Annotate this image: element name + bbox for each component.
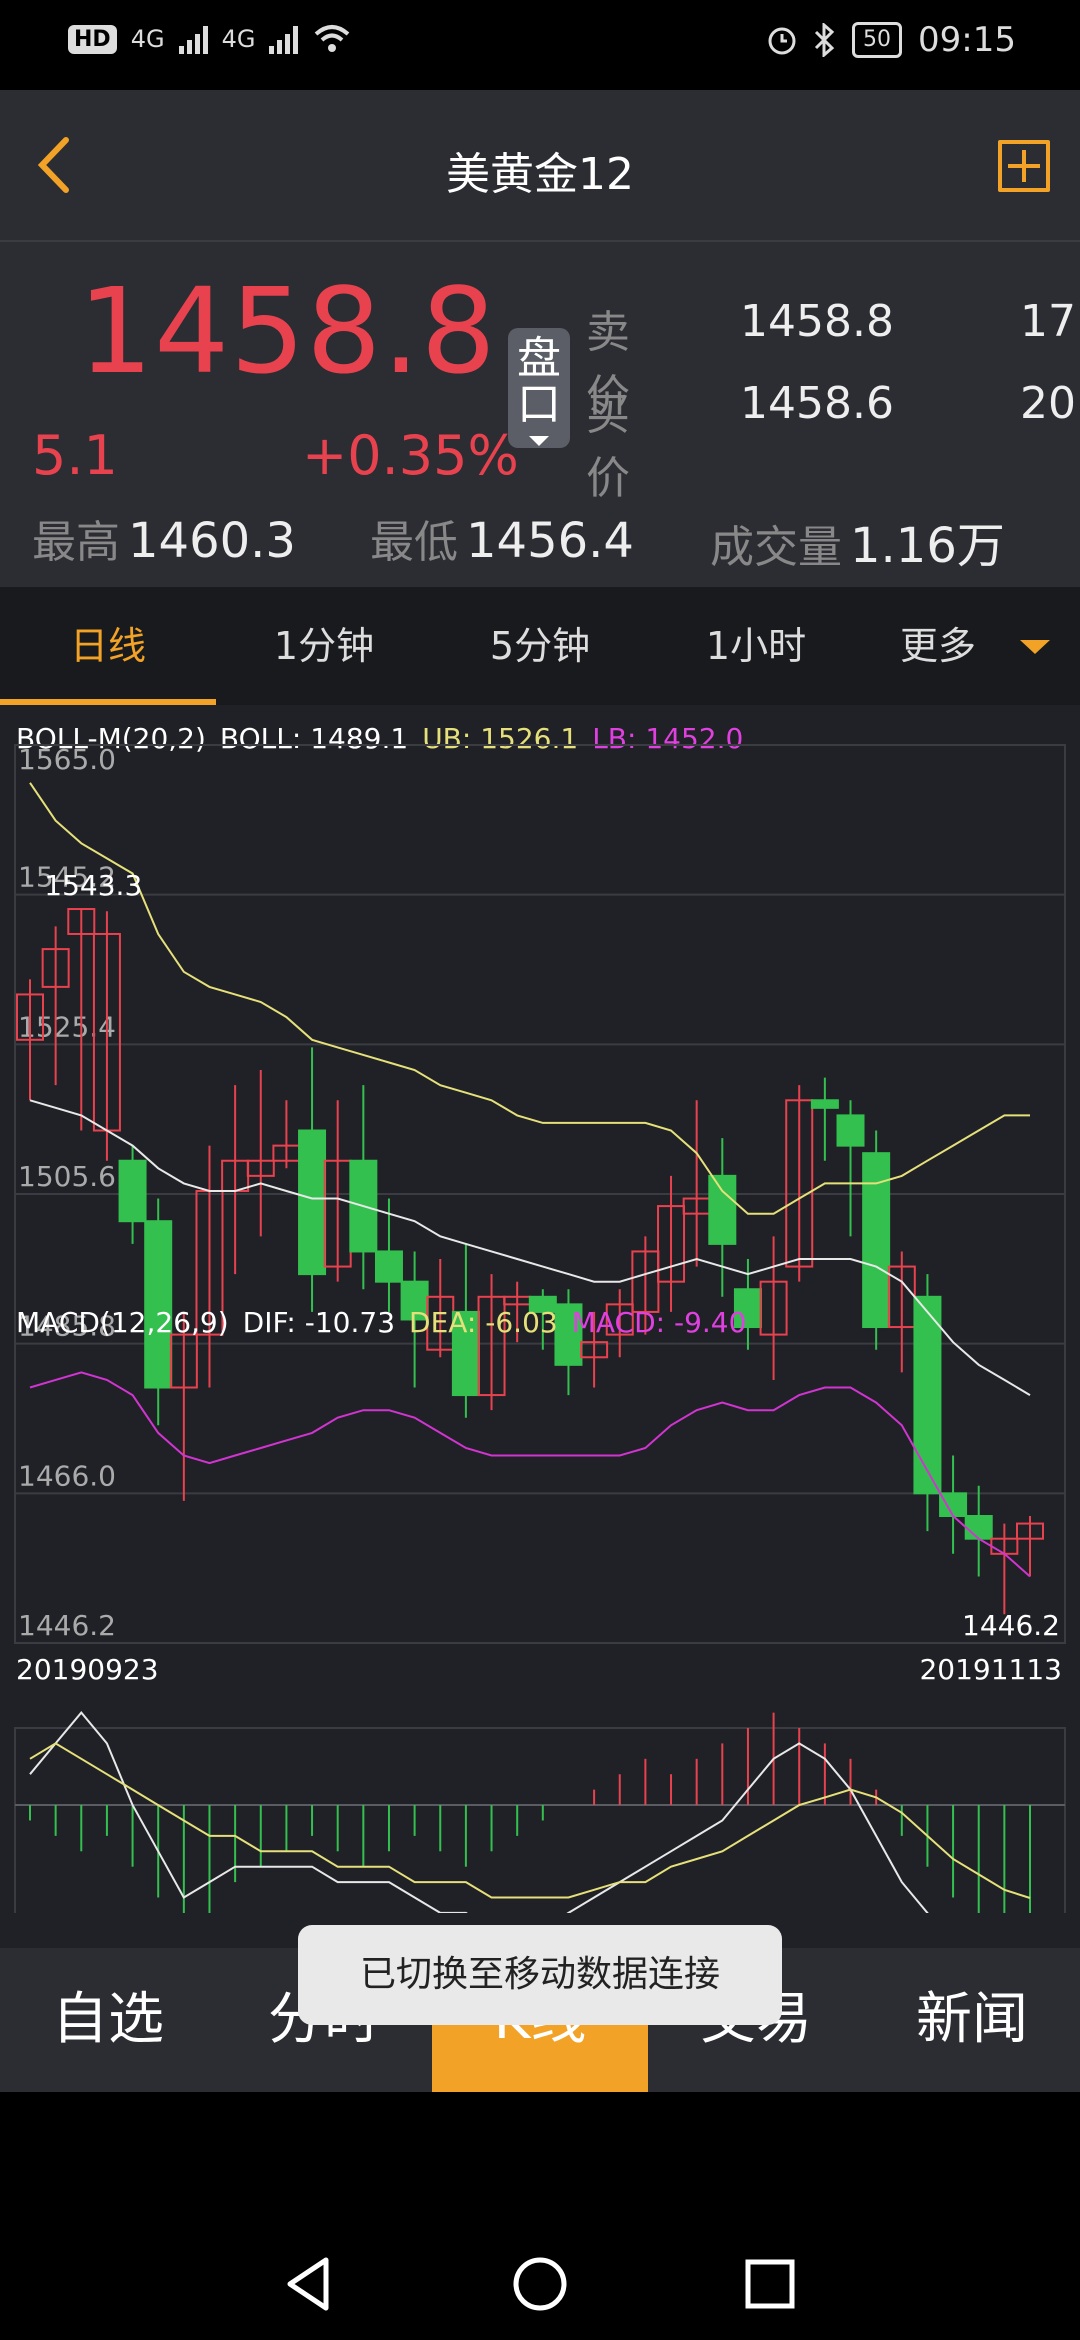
tab-more[interactable]: 更多 xyxy=(864,587,1012,705)
candle-down xyxy=(939,1492,968,1518)
min-price-label: 1446.2 xyxy=(962,1609,1060,1642)
title-bar: 美黄金12 xyxy=(0,90,1080,242)
signal-icon-2 xyxy=(269,24,299,54)
candle-down xyxy=(862,1152,891,1329)
app-screen: 美黄金12 1458.8 5.1 +0.35% 盘口 卖价 1458.8 17 … xyxy=(0,90,1080,2092)
candle-down xyxy=(144,1220,173,1389)
status-bar: HD 4G 4G 50 09:15 xyxy=(0,0,1080,90)
home-nav-icon[interactable] xyxy=(510,2254,570,2314)
macd-plot-frame xyxy=(14,1727,1066,1913)
orderbook-button-label: 盘口 xyxy=(517,333,561,430)
macd-legend-dif: DIF: -10.73 xyxy=(242,1306,396,1339)
high-stat: 最高 1460.3 xyxy=(32,506,296,570)
start-date-label: 20190923 xyxy=(16,1653,159,1686)
bid-price: 1458.6 xyxy=(740,378,894,429)
back-nav-icon[interactable] xyxy=(280,2254,340,2314)
add-watchlist-icon[interactable] xyxy=(998,140,1050,192)
candle-down xyxy=(708,1174,737,1245)
toast-message: 已切换至移动数据连接 xyxy=(298,1925,782,2025)
period-tabs: 日线 1分钟 5分钟 1小时 更多 xyxy=(0,587,1080,705)
ask-price: 1458.8 xyxy=(740,296,894,347)
y-tick-label: 1446.2 xyxy=(18,1609,116,1642)
low-value: 1456.4 xyxy=(466,513,634,569)
tab-1min[interactable]: 1分钟 xyxy=(216,587,432,705)
macd-dif-line xyxy=(29,1711,929,1913)
bid-volume: 20 xyxy=(1020,378,1076,429)
tab-1hour[interactable]: 1小时 xyxy=(648,587,864,705)
end-date-label: 20191113 xyxy=(919,1653,1062,1686)
kline-chart[interactable]: BOLL-M(20,2) BOLL: 1489.1 UB: 1526.1 LB: 14… xyxy=(0,705,1080,1913)
low-stat: 最低 1456.4 xyxy=(370,506,634,570)
nav-watchlist[interactable]: 自选 xyxy=(0,1948,216,2092)
network-label-1: 4G xyxy=(130,25,165,53)
y-tick-label: 1565.0 xyxy=(18,743,116,776)
candle-down xyxy=(964,1515,993,1540)
macd-dea-line xyxy=(29,1742,1031,1899)
more-dropdown-icon[interactable] xyxy=(1020,640,1050,654)
macd-legend-dea: DEA: -6.03 xyxy=(409,1306,558,1339)
clock: 09:15 xyxy=(918,20,1016,60)
alarm-icon xyxy=(768,27,796,55)
tab-daily[interactable]: 日线 xyxy=(0,587,216,705)
recents-nav-icon[interactable] xyxy=(740,2254,800,2314)
volume-stat: 成交量 1.16万 xyxy=(710,506,1005,576)
page-title: 美黄金12 xyxy=(446,149,634,200)
candle-down xyxy=(374,1250,403,1283)
price-change: 5.1 xyxy=(32,424,118,487)
candle-down xyxy=(836,1114,865,1147)
network-label-2: 4G xyxy=(221,25,256,53)
high-label: 最高 xyxy=(32,517,120,568)
battery-icon: 50 xyxy=(852,22,903,58)
hd-badge: HD xyxy=(68,24,117,54)
macd-legend-name: MACD(12,26,9) xyxy=(16,1306,229,1339)
macd-legend-macd: MACD: -9.40 xyxy=(571,1306,747,1339)
low-label: 最低 xyxy=(370,517,458,568)
y-tick-label: 1505.6 xyxy=(18,1160,116,1193)
macd-legend: MACD(12,26,9) DIF: -10.73 DEA: -6.03 MACD: … xyxy=(16,1306,760,1339)
system-nav-bar xyxy=(0,2092,1080,2340)
volume-label: 成交量 xyxy=(710,522,842,573)
high-value: 1460.3 xyxy=(128,513,296,569)
tab-5min[interactable]: 5分钟 xyxy=(432,587,648,705)
boll-lb-line xyxy=(29,1371,1031,1578)
quote-panel: 1458.8 5.1 +0.35% 盘口 卖价 1458.8 17 买价 145… xyxy=(0,242,1080,587)
max-price-label: 1543.3 xyxy=(44,869,142,902)
nav-news[interactable]: 新闻 xyxy=(864,1948,1080,2092)
last-price: 1458.8 xyxy=(78,262,497,400)
candle-down xyxy=(913,1295,942,1495)
bluetooth-icon xyxy=(814,23,835,57)
candle-down xyxy=(118,1159,147,1223)
volume-value: 1.16万 xyxy=(850,518,1005,574)
boll-ub-line xyxy=(29,782,1030,1215)
orderbook-button[interactable]: 盘口 xyxy=(508,328,570,448)
signal-icon xyxy=(178,24,208,54)
candle-down xyxy=(810,1099,839,1109)
bid-label: 买价 xyxy=(586,389,630,504)
y-tick-label: 1525.4 xyxy=(18,1010,116,1043)
ask-volume: 17 xyxy=(1020,296,1076,347)
y-tick-label: 1466.0 xyxy=(18,1459,116,1492)
wifi-icon xyxy=(315,25,350,52)
dropdown-icon xyxy=(529,436,549,446)
price-change-pct: +0.35% xyxy=(302,424,519,487)
candle-down xyxy=(298,1129,327,1276)
